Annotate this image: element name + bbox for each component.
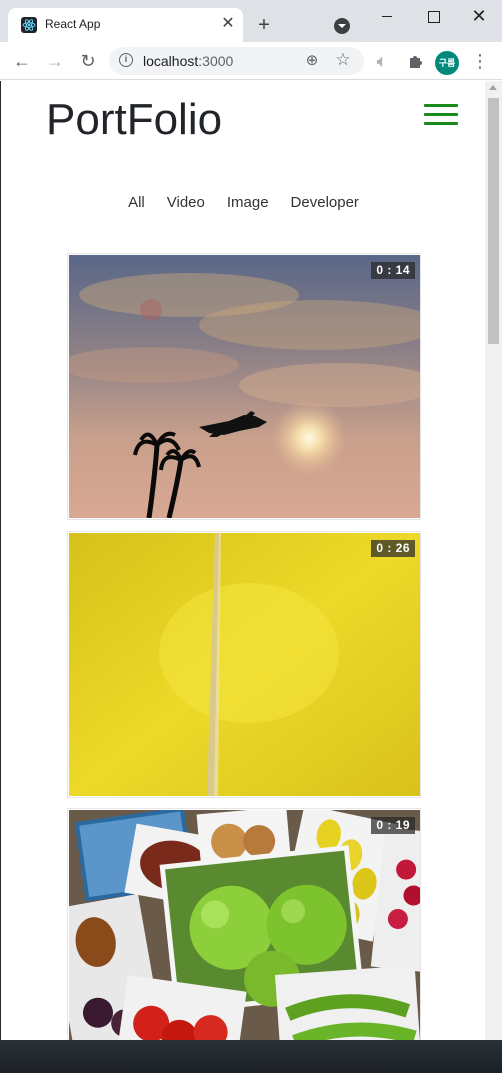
tab-title: React App	[45, 17, 101, 31]
window-maximize-button[interactable]	[410, 0, 456, 32]
duration-badge: 0 : 14	[371, 262, 415, 279]
tab-close-icon[interactable]: ✕	[218, 14, 238, 34]
kebab-menu-icon[interactable]: ⋮	[468, 49, 492, 73]
star-icon[interactable]: ☆	[333, 50, 353, 70]
react-favicon-icon	[21, 17, 37, 33]
url-text[interactable]: localhost:3000	[143, 53, 233, 69]
forward-arrow-icon[interactable]: →	[43, 49, 67, 73]
back-arrow-icon[interactable]: ←	[10, 49, 34, 73]
url-host: localhost	[143, 53, 199, 69]
filter-video[interactable]: Video	[167, 194, 205, 211]
address-bar[interactable]: i localhost:3000 ⊕ ☆	[109, 47, 364, 75]
speaker-icon[interactable]: 🔈︎	[370, 49, 394, 73]
zoom-icon[interactable]: ⊕	[302, 51, 322, 71]
new-tab-button[interactable]: +	[253, 14, 275, 36]
video-thumbnail[interactable]: 0 : 26	[69, 533, 420, 796]
video-thumbnail[interactable]: 0 : 19	[69, 810, 420, 1040]
site-title[interactable]: PortFolio	[46, 95, 222, 145]
tab-search-icon[interactable]	[334, 18, 350, 34]
category-filter-nav: All Video Image Developer	[1, 194, 486, 211]
video-card[interactable]: 0 : 14	[67, 253, 421, 520]
hamburger-bar	[424, 122, 458, 125]
profile-avatar[interactable]: 구름	[435, 51, 459, 75]
filter-image[interactable]: Image	[227, 194, 269, 211]
browser-toolbar: ← → ↻ i localhost:3000 ⊕ ☆ 🔈︎ 구름 ⋮	[0, 42, 502, 80]
browser-tabstrip: React App ✕ + ✕	[0, 0, 502, 42]
video-card[interactable]: 0 : 19	[67, 808, 421, 1040]
window-minimize-button[interactable]	[364, 0, 410, 32]
hamburger-menu-icon[interactable]	[424, 104, 458, 126]
hamburger-bar	[424, 104, 458, 107]
duration-badge: 0 : 19	[371, 817, 415, 834]
video-thumbnail[interactable]: 0 : 14	[69, 255, 420, 518]
info-icon[interactable]: i	[119, 53, 133, 67]
filter-developer[interactable]: Developer	[291, 194, 359, 211]
window-close-button[interactable]: ✕	[456, 0, 502, 32]
browser-tab[interactable]: React App ✕	[8, 8, 243, 42]
os-taskbar	[0, 1040, 502, 1073]
filter-all[interactable]: All	[128, 194, 145, 211]
duration-badge: 0 : 26	[371, 540, 415, 557]
page-scrollbar[interactable]	[485, 81, 502, 1040]
puzzle-icon[interactable]	[403, 49, 427, 73]
url-port: :3000	[198, 53, 234, 69]
page-viewport: PortFolio All Video Image Developer 0: …	[0, 81, 502, 1040]
hamburger-bar	[424, 113, 458, 116]
reload-icon[interactable]: ↻	[76, 49, 100, 73]
video-card[interactable]: 0 : 26	[67, 531, 421, 798]
scrollbar-thumb[interactable]	[488, 98, 499, 344]
scroll-up-arrow-icon[interactable]	[489, 85, 497, 90]
